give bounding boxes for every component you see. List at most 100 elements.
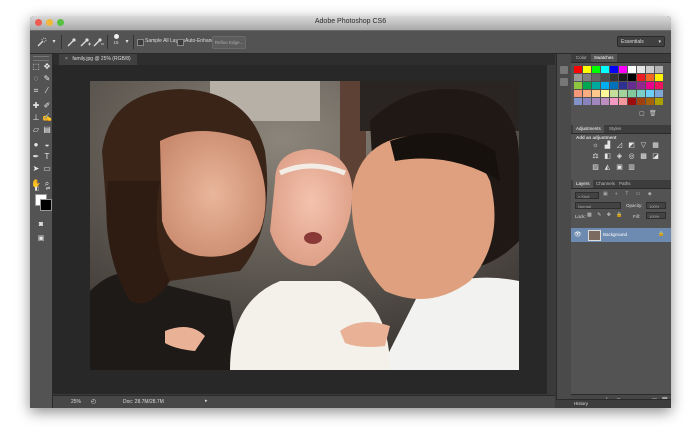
color-lookup-icon[interactable]: ▩ — [639, 153, 648, 161]
swatch[interactable] — [574, 74, 582, 81]
black-white-icon[interactable]: ◧ — [603, 153, 612, 161]
swatch[interactable] — [610, 82, 618, 89]
default-colors-icon[interactable]: ◧ — [32, 184, 42, 194]
status-menu-arrow-icon[interactable]: ▸ — [205, 398, 208, 404]
swatch[interactable] — [646, 90, 654, 97]
swatch[interactable] — [574, 82, 582, 89]
trash-icon[interactable]: 🗑 — [649, 111, 657, 117]
gradient-map-icon[interactable]: ▥ — [627, 164, 636, 172]
layer-filter-kind[interactable]: ⌕ Kind — [575, 192, 599, 199]
swatch[interactable] — [601, 98, 609, 105]
eye-icon[interactable]: 👁 — [574, 231, 582, 238]
swatch[interactable] — [655, 82, 663, 89]
layer-filter-icons[interactable]: ▣ ◐ T ▭ ◆ — [603, 191, 655, 197]
tab-paths[interactable]: Paths — [616, 180, 634, 188]
swatch[interactable] — [655, 74, 663, 81]
quick-mask-icon[interactable]: ◙ — [36, 220, 46, 230]
tab-channels[interactable]: Channels — [593, 180, 618, 188]
swatch[interactable] — [637, 82, 645, 89]
swatch[interactable] — [628, 98, 636, 105]
status-icon[interactable]: ◴ — [91, 398, 96, 405]
refine-edge-button[interactable]: Refine Edge... — [212, 36, 246, 49]
swatch[interactable] — [628, 74, 636, 81]
swatch[interactable] — [637, 74, 645, 81]
curves-icon[interactable]: ◿ — [615, 142, 624, 150]
swatch[interactable] — [619, 98, 627, 105]
properties-panel-icon[interactable] — [560, 78, 568, 86]
swatch[interactable] — [646, 82, 654, 89]
swatch[interactable] — [646, 66, 654, 73]
tab-swatches[interactable]: Swatches — [591, 54, 617, 62]
swatch[interactable] — [655, 90, 663, 97]
swatch[interactable] — [619, 90, 627, 97]
sample-all-layers-checkbox[interactable] — [137, 39, 144, 46]
eraser-icon[interactable]: ▱ — [31, 125, 41, 135]
swatch[interactable] — [610, 66, 618, 73]
auto-enhance-checkbox[interactable] — [177, 39, 184, 46]
swatch[interactable] — [592, 98, 600, 105]
swatch[interactable] — [583, 90, 591, 97]
swatch[interactable] — [628, 66, 636, 73]
close-tab-icon[interactable]: × — [65, 56, 68, 62]
swatch[interactable] — [646, 98, 654, 105]
zoom-level[interactable]: 25% — [71, 399, 81, 405]
dodge-icon[interactable]: ◒ — [42, 140, 52, 150]
invert-icon[interactable]: ◪ — [651, 153, 660, 161]
tab-history[interactable]: History — [574, 401, 588, 406]
type-icon[interactable]: T — [42, 152, 52, 162]
eyedropper-icon[interactable]: ⁄ — [42, 86, 52, 96]
tab-layers[interactable]: Layers — [573, 180, 593, 188]
rectangle-icon[interactable]: ▭ — [42, 164, 52, 174]
vibrance-icon[interactable]: ▽ — [639, 142, 648, 150]
new-swatch-icon[interactable]: ▢ — [639, 111, 645, 117]
family-photo[interactable] — [90, 81, 519, 370]
background-color-swatch[interactable] — [40, 199, 52, 211]
swatch[interactable] — [637, 90, 645, 97]
brush-picker-chevron-icon[interactable]: ▾ — [121, 36, 133, 48]
gradient-icon[interactable]: ▤ — [42, 125, 52, 135]
swatch[interactable] — [601, 74, 609, 81]
screen-mode-icon[interactable]: ▣ — [36, 234, 46, 244]
history-panel-icon[interactable] — [560, 66, 568, 74]
path-selection-icon[interactable]: ➤ — [31, 164, 41, 174]
add-to-selection-icon[interactable] — [79, 36, 91, 48]
color-balance-icon[interactable]: ⚖ — [591, 153, 600, 161]
swap-colors-icon[interactable]: ⇄ — [43, 184, 53, 194]
swatch[interactable] — [637, 66, 645, 73]
brightness-icon[interactable]: ☼ — [591, 142, 600, 150]
swatch[interactable] — [610, 74, 618, 81]
swatch[interactable] — [601, 90, 609, 97]
history-panel-tab[interactable]: History — [556, 399, 671, 408]
swatch[interactable] — [646, 74, 654, 81]
layer-row-background[interactable]: 👁 Background 🔒 — [571, 228, 671, 242]
channel-mixer-icon[interactable]: ◎ — [627, 153, 636, 161]
swatch[interactable] — [592, 82, 600, 89]
workspace-select[interactable]: Essentials ▾ — [617, 36, 665, 47]
swatch[interactable] — [655, 66, 663, 73]
subtract-from-selection-icon[interactable] — [92, 36, 104, 48]
quick-selection-icon[interactable] — [36, 36, 48, 48]
hue-saturation-icon[interactable]: ▦ — [651, 142, 660, 150]
move-icon[interactable]: ✥ — [42, 62, 52, 72]
swatch[interactable] — [583, 98, 591, 105]
blur-icon[interactable]: ● — [31, 140, 41, 150]
swatch[interactable] — [619, 82, 627, 89]
quick-selection-icon[interactable]: ✎ — [42, 74, 52, 84]
document-tab[interactable]: × family.jpg @ 25% (RGB/8) — [59, 54, 137, 65]
tool-preset-chevron-icon[interactable]: ▾ — [48, 36, 60, 48]
clone-stamp-icon[interactable]: ⊥ — [31, 113, 41, 123]
swatch[interactable] — [655, 98, 663, 105]
lock-icons[interactable]: ▩ ✎ ✥ 🔒 — [587, 212, 625, 218]
swatch[interactable] — [583, 82, 591, 89]
swatch[interactable] — [619, 74, 627, 81]
swatch[interactable] — [637, 98, 645, 105]
posterize-icon[interactable]: ▨ — [591, 164, 600, 172]
swatch[interactable] — [610, 90, 618, 97]
swatch[interactable] — [574, 66, 582, 73]
swatch[interactable] — [601, 66, 609, 73]
opacity-field[interactable]: 100% — [646, 202, 666, 209]
new-selection-icon[interactable] — [66, 36, 78, 48]
brush-icon[interactable]: ✐ — [42, 101, 52, 111]
fill-field[interactable]: 100% — [646, 212, 666, 219]
swatch[interactable] — [592, 90, 600, 97]
